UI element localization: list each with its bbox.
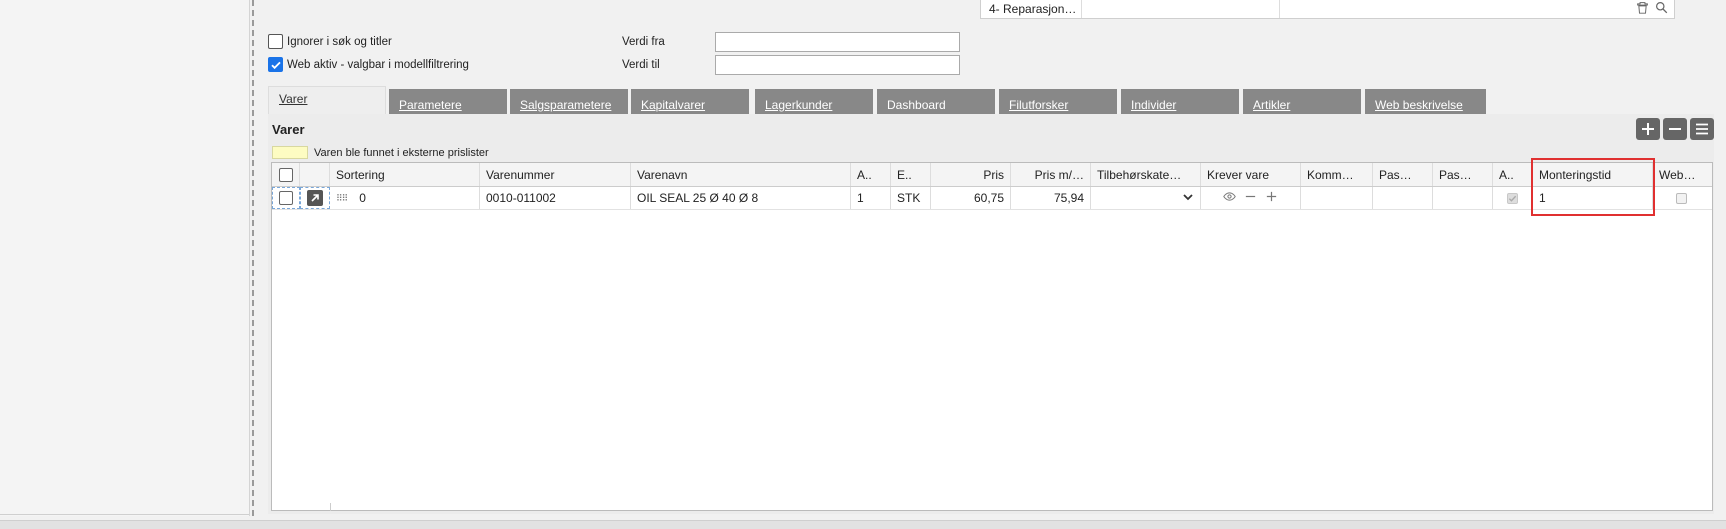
cell-a[interactable]: 1	[851, 187, 891, 209]
cell-varenummer[interactable]: 0010-011002	[480, 187, 631, 209]
cell-pas-2[interactable]	[1433, 187, 1493, 209]
ignore-search-label: Ignorer i søk og titler	[287, 35, 392, 48]
col-monteringstid[interactable]: Monteringstid	[1533, 163, 1653, 186]
tab-individer[interactable]: Individer	[1121, 89, 1239, 114]
tab-salgsparametere[interactable]: Salgsparametere	[510, 89, 628, 114]
sortering-value: 0	[359, 191, 366, 205]
tab-filutforsker[interactable]: Filutforsker	[999, 89, 1117, 114]
cell-kommentar[interactable]	[1301, 187, 1373, 209]
col-varenavn[interactable]: Varenavn	[631, 163, 851, 186]
row-select-cell[interactable]	[272, 187, 300, 209]
web-active-option[interactable]: Web aktiv - valgbar i modellfiltrering	[268, 57, 469, 72]
cell-pris[interactable]: 60,75	[931, 187, 1011, 209]
col-pas-2[interactable]: Pas…	[1433, 163, 1493, 186]
splitter[interactable]	[252, 0, 254, 516]
left-panel	[0, 0, 250, 516]
tab-kapitalvarer[interactable]: Kapitalvarer	[631, 89, 749, 114]
chevron-down-icon[interactable]	[1182, 191, 1194, 206]
trash-icon[interactable]	[1636, 1, 1649, 17]
header-spacer	[300, 163, 330, 186]
drag-handle-icon[interactable]: ⠿⠿	[336, 193, 348, 204]
cell-e[interactable]: STK	[891, 187, 931, 209]
tab-label: Web beskrivelse	[1375, 98, 1463, 112]
col-e[interactable]: E..	[891, 163, 931, 186]
col-pas-1[interactable]: Pas…	[1373, 163, 1433, 186]
verdi-til-input[interactable]	[715, 55, 960, 75]
add-button[interactable]	[1636, 118, 1660, 140]
disabled-checkbox	[1507, 192, 1518, 204]
col-kommentar[interactable]: Komm…	[1301, 163, 1373, 186]
legend: Varen ble funnet i eksterne prislister	[272, 146, 489, 159]
search-icon[interactable]	[1655, 1, 1668, 17]
plus-icon[interactable]	[1265, 190, 1278, 206]
cell-sortering[interactable]: ⠿⠿ 0	[330, 187, 480, 209]
column-divider	[330, 503, 331, 511]
tab-label: Kapitalvarer	[641, 98, 706, 112]
cell-monteringstid[interactable]: 1	[1533, 187, 1653, 209]
top-row: 4- Reparasjon…	[980, 0, 1675, 19]
tab-lagerkunder[interactable]: Lagerkunder	[755, 89, 873, 114]
panel-title: Varer	[272, 122, 305, 137]
tab-label: Salgsparametere	[520, 98, 612, 112]
plus-icon	[1642, 123, 1654, 135]
col-varenummer[interactable]: Varenummer	[480, 163, 631, 186]
table-row[interactable]: ⠿⠿ 0 0010-011002 OIL SEAL 25 Ø 40 Ø 8 1 …	[272, 187, 1712, 210]
tab-label: Parametere	[399, 98, 462, 112]
tab-label: Dashboard	[887, 98, 946, 112]
cell-varenavn[interactable]: OIL SEAL 25 Ø 40 Ø 8	[631, 187, 851, 209]
cell-pas-1[interactable]	[1373, 187, 1433, 209]
tab-varer[interactable]: Varer	[268, 86, 386, 114]
col-krever-vare[interactable]: Krever vare	[1201, 163, 1301, 186]
web-active-checkbox[interactable]	[268, 57, 283, 72]
legend-swatch	[272, 146, 308, 159]
tab-label: Filutforsker	[1009, 98, 1069, 112]
cell-pris-m[interactable]: 75,94	[1011, 187, 1091, 209]
web-active-label: Web aktiv - valgbar i modellfiltrering	[287, 58, 469, 71]
select-all-checkbox[interactable]	[278, 167, 293, 182]
bottom-bar	[0, 520, 1726, 529]
tab-parametere[interactable]: Parametere	[389, 89, 507, 114]
tab-artikler[interactable]: Artikler	[1243, 89, 1361, 114]
col-tilbehorskategori[interactable]: Tilbehørskate…	[1091, 163, 1201, 186]
hamburger-icon	[1696, 123, 1708, 135]
open-link-icon[interactable]	[307, 190, 323, 206]
top-row-cell-empty[interactable]	[1082, 0, 1280, 18]
varer-grid: Sortering Varenummer Varenavn A.. E.. Pr…	[271, 162, 1713, 511]
row-open-cell[interactable]	[300, 187, 330, 209]
cell-krever-vare	[1201, 187, 1301, 209]
select-all-cell[interactable]	[272, 163, 300, 186]
col-pris-m[interactable]: Pris m/…	[1011, 163, 1091, 186]
top-row-cell[interactable]: 4- Reparasjon…	[981, 0, 1082, 18]
verdi-fra-input[interactable]	[715, 32, 960, 52]
col-a-2[interactable]: A..	[1493, 163, 1533, 186]
cell-a-2	[1493, 187, 1533, 209]
remove-button[interactable]	[1663, 118, 1687, 140]
menu-button[interactable]	[1690, 118, 1714, 140]
web-checkbox[interactable]	[1675, 192, 1687, 204]
cell-tilbehorskategori[interactable]	[1091, 187, 1201, 209]
verdi-til-label: Verdi til	[622, 59, 660, 71]
minus-icon[interactable]	[1244, 190, 1257, 206]
eye-icon[interactable]	[1223, 190, 1236, 206]
legend-label: Varen ble funnet i eksterne prislister	[314, 146, 489, 159]
tab-label: Varer	[279, 92, 308, 106]
verdi-fra-label: Verdi fra	[622, 36, 665, 48]
ignore-search-checkbox[interactable]	[268, 34, 283, 49]
col-web[interactable]: Web…	[1653, 163, 1709, 186]
ignore-search-option[interactable]: Ignorer i søk og titler	[268, 34, 392, 49]
col-pris[interactable]: Pris	[931, 163, 1011, 186]
tab-label: Individer	[1131, 98, 1177, 112]
cell-web[interactable]	[1653, 187, 1709, 209]
tab-label: Artikler	[1253, 98, 1291, 112]
col-a[interactable]: A..	[851, 163, 891, 186]
tab-web-beskrivelse[interactable]: Web beskrivelse	[1365, 89, 1486, 114]
grid-header: Sortering Varenummer Varenavn A.. E.. Pr…	[272, 163, 1712, 187]
tab-label: Lagerkunder	[765, 98, 833, 112]
col-sortering[interactable]: Sortering	[330, 163, 480, 186]
tab-dashboard[interactable]: Dashboard	[877, 89, 995, 114]
minus-icon	[1669, 128, 1681, 130]
row-checkbox[interactable]	[279, 191, 293, 205]
